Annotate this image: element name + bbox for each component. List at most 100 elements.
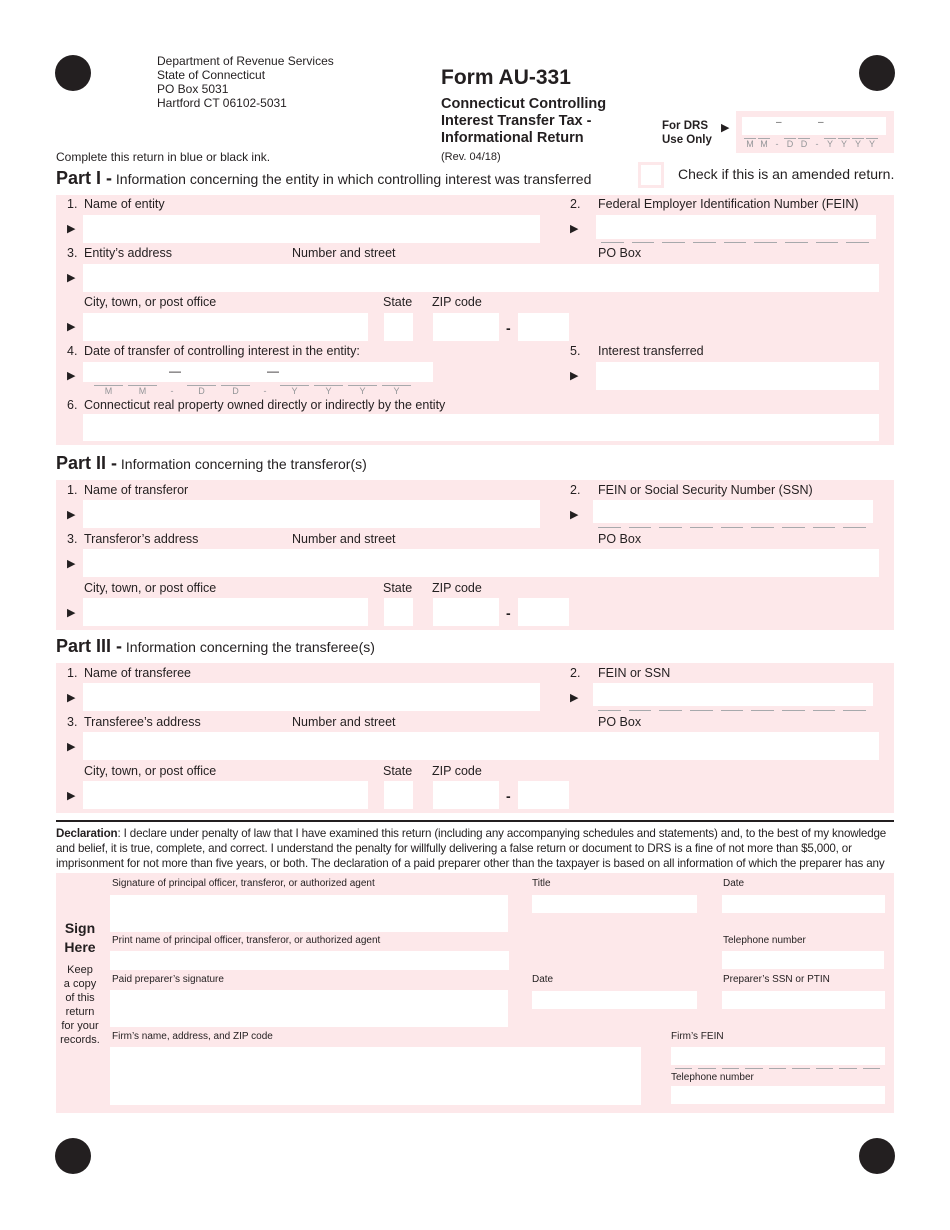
transferee-zip-input[interactable] bbox=[433, 781, 499, 809]
part2-heading: Part II - Information concerning the tra… bbox=[56, 453, 367, 474]
entity-street-input[interactable] bbox=[83, 264, 879, 292]
digit-guide bbox=[815, 1068, 834, 1069]
signature-label: Signature of principal officer, transfer… bbox=[112, 878, 375, 889]
transferee-id-label: FEIN or SSN bbox=[598, 666, 671, 680]
digit-guide bbox=[598, 527, 621, 528]
digit-guide bbox=[690, 710, 713, 711]
city-label: City, town, or post office bbox=[84, 295, 217, 309]
property-input[interactable] bbox=[83, 414, 879, 441]
date-input[interactable] bbox=[722, 895, 885, 913]
date-mask-char: M bbox=[746, 139, 754, 149]
date-mask-char: - bbox=[170, 386, 174, 396]
pobox-label: PO Box bbox=[598, 246, 642, 260]
arrow-icon: ▶ bbox=[67, 692, 76, 704]
firm-input[interactable] bbox=[110, 1047, 641, 1105]
transferor-id-label: FEIN or Social Security Number (SSN) bbox=[598, 483, 813, 497]
firm-fein-input[interactable] bbox=[671, 1047, 885, 1065]
digit-guide bbox=[745, 1068, 763, 1069]
digit-guide bbox=[768, 1068, 787, 1069]
entity-name-input[interactable] bbox=[83, 215, 540, 243]
date-mask-char: D bbox=[800, 139, 808, 149]
digit-guide bbox=[659, 710, 682, 711]
title-input[interactable] bbox=[532, 895, 697, 913]
interest-input[interactable] bbox=[596, 362, 879, 390]
zip-label: ZIP code bbox=[432, 295, 482, 309]
arrow-icon: ▶ bbox=[67, 741, 76, 753]
firm-telephone-input[interactable] bbox=[671, 1086, 885, 1104]
transferee-state-input[interactable] bbox=[384, 781, 413, 809]
signature-input[interactable] bbox=[110, 895, 508, 932]
registration-mark-icon bbox=[859, 55, 895, 91]
drs-date-input[interactable] bbox=[742, 117, 886, 135]
transferee-name-label: Name of transferee bbox=[84, 666, 191, 680]
fein-input[interactable] bbox=[596, 215, 876, 239]
preparer-date-input[interactable] bbox=[532, 991, 697, 1009]
transferor-city-input[interactable] bbox=[83, 598, 368, 626]
pobox-label: PO Box bbox=[598, 715, 642, 729]
part3-title: Part III - bbox=[56, 636, 123, 656]
digit-guide bbox=[751, 710, 774, 711]
entity-zip-input[interactable] bbox=[433, 313, 499, 341]
zip-label: ZIP code bbox=[432, 764, 482, 778]
digit-guide bbox=[812, 527, 836, 528]
keep-copy-note: Keep a copy of this return for your reco… bbox=[56, 963, 104, 1047]
state-label: State bbox=[383, 581, 413, 595]
date-mask-char: Y bbox=[291, 386, 298, 396]
state-label: State bbox=[383, 295, 413, 309]
part3-heading: Part III - Information concerning the tr… bbox=[56, 636, 375, 657]
drs-use-line: Use Only bbox=[662, 134, 712, 146]
firm-fein-label: Firm’s FEIN bbox=[671, 1031, 724, 1042]
digit-guide bbox=[720, 527, 744, 528]
field-number: 5. bbox=[570, 344, 581, 358]
arrow-icon: ▶ bbox=[570, 509, 579, 521]
fein-label: Federal Employer Identification Number (… bbox=[598, 197, 859, 211]
date-mask-char: Y bbox=[359, 386, 366, 396]
zip-separator: - bbox=[506, 788, 511, 804]
street-label: Number and street bbox=[292, 715, 396, 729]
digit-guide bbox=[792, 1068, 810, 1069]
transferee-zip4-input[interactable] bbox=[518, 781, 569, 809]
date-mask-char: D bbox=[198, 386, 205, 396]
date-mask-char: M bbox=[760, 139, 768, 149]
ink-note: Complete this return in blue or black in… bbox=[56, 150, 271, 164]
agency-line: Department of Revenue Services bbox=[157, 54, 334, 68]
transferor-street-input[interactable] bbox=[83, 549, 879, 577]
transferor-zip-input[interactable] bbox=[433, 598, 499, 626]
sign-heading-line: Sign bbox=[64, 920, 96, 936]
date-label: Date bbox=[723, 878, 745, 889]
field-number: 1. bbox=[67, 197, 78, 211]
transferee-name-input[interactable] bbox=[83, 683, 540, 711]
part1-description: Information concerning the entity in whi… bbox=[115, 171, 592, 187]
note-line: return bbox=[65, 1006, 95, 1018]
date-mask-char: - bbox=[775, 139, 779, 149]
preparer-id-label: Preparer’s SSN or PTIN bbox=[723, 974, 830, 985]
firm-telephone-label: Telephone number bbox=[671, 1072, 754, 1083]
preparer-id-input[interactable] bbox=[722, 991, 885, 1009]
part1-title: Part I - bbox=[56, 168, 113, 188]
date-mask-char: M bbox=[104, 386, 113, 396]
transferor-name-input[interactable] bbox=[83, 500, 540, 528]
print-name-label: Print name of principal officer, transfe… bbox=[112, 935, 381, 946]
preparer-signature-input[interactable] bbox=[110, 990, 508, 1027]
transferor-zip4-input[interactable] bbox=[518, 598, 569, 626]
entity-city-input[interactable] bbox=[83, 313, 368, 341]
entity-zip4-input[interactable] bbox=[518, 313, 569, 341]
drs-date-sep: – bbox=[818, 117, 824, 128]
digit-guide bbox=[751, 527, 774, 528]
subtitle-line: Connecticut Controlling bbox=[441, 96, 607, 112]
city-label: City, town, or post office bbox=[84, 581, 217, 595]
transfer-date-input[interactable] bbox=[83, 362, 433, 382]
date-mask-char: Y bbox=[325, 386, 332, 396]
amended-checkbox[interactable] bbox=[638, 162, 664, 188]
digit-guide bbox=[628, 710, 652, 711]
transferee-city-input[interactable] bbox=[83, 781, 368, 809]
telephone-input[interactable] bbox=[722, 951, 884, 969]
print-name-input[interactable] bbox=[110, 951, 509, 970]
transferor-state-input[interactable] bbox=[384, 598, 413, 626]
entity-state-input[interactable] bbox=[384, 313, 413, 341]
zip-label: ZIP code bbox=[432, 581, 482, 595]
transferee-street-input[interactable] bbox=[83, 732, 879, 760]
transferee-id-input[interactable] bbox=[593, 683, 873, 706]
entity-name-label: Name of entity bbox=[84, 197, 165, 211]
transferor-id-input[interactable] bbox=[593, 500, 873, 523]
